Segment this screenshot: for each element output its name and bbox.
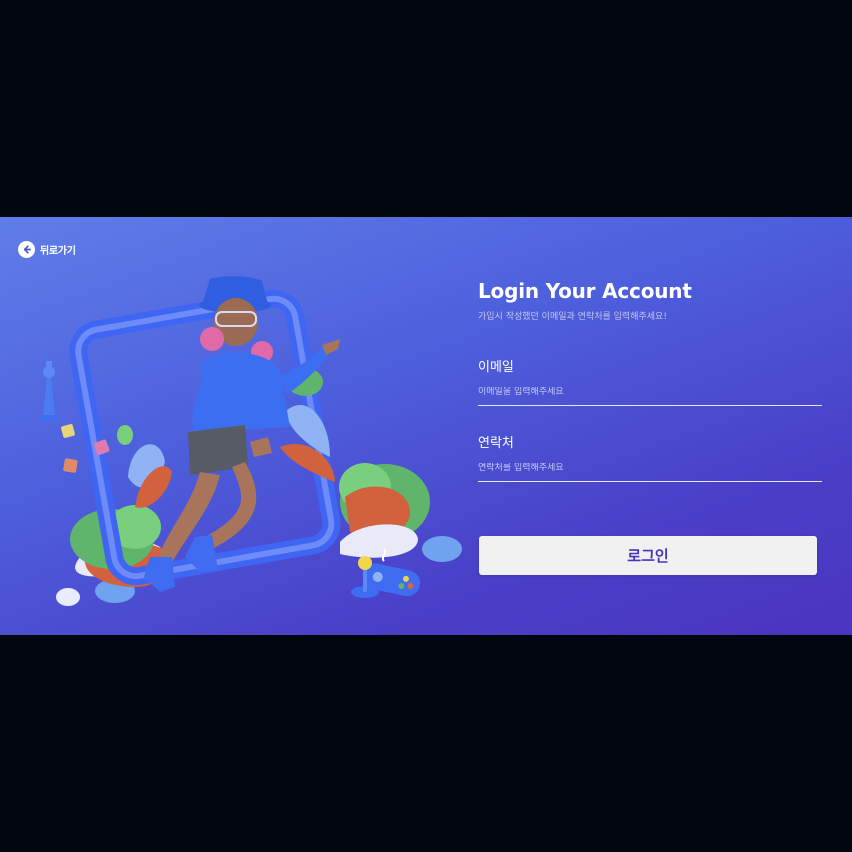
phone-input[interactable]	[478, 463, 822, 482]
login-panel: 뒤로가기 Login Your Account 가입시 작성했던 이메일과 연락…	[0, 217, 852, 635]
login-form: Login Your Account 가입시 작성했던 이메일과 연락처를 입력…	[478, 279, 822, 482]
cloud-blob	[56, 588, 80, 606]
green-bush	[117, 425, 133, 445]
arrow-left-icon	[18, 241, 35, 258]
email-label: 이메일	[478, 360, 514, 375]
back-button[interactable]: 뒤로가기	[18, 241, 76, 258]
phone-field-group: 연락처	[478, 432, 822, 482]
chess-pawn-icon	[40, 361, 58, 421]
cloud-blob	[422, 536, 462, 562]
back-label: 뒤로가기	[40, 246, 76, 257]
phone-label: 연락처	[478, 436, 514, 451]
dice-icon	[61, 424, 75, 438]
dice-icon	[63, 458, 78, 473]
page-subtitle: 가입시 작성했던 이메일과 연락처를 입력해주세요!	[478, 312, 667, 322]
email-input[interactable]	[478, 387, 822, 406]
page-title: Login Your Account	[478, 279, 692, 303]
character-with-frame-illustration	[40, 276, 462, 606]
login-button[interactable]: 로그인	[479, 536, 817, 575]
email-field-group: 이메일	[478, 356, 822, 406]
